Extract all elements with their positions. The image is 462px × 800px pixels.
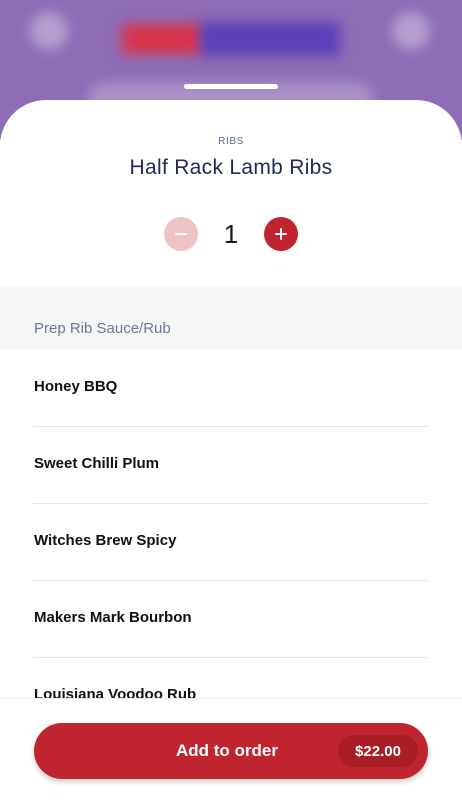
option-label: Witches Brew Spicy bbox=[34, 532, 177, 549]
store-logo bbox=[122, 24, 204, 54]
plus-icon bbox=[275, 228, 287, 240]
sheet-drag-handle[interactable] bbox=[184, 84, 278, 89]
option-group-header: Prep Rib Sauce/Rub bbox=[0, 286, 462, 350]
option-makers-mark-bourbon[interactable]: Makers Mark Bourbon bbox=[33, 581, 428, 658]
store-logo-text bbox=[200, 22, 340, 56]
minus-icon bbox=[175, 233, 187, 235]
option-honey-bbq[interactable]: Honey BBQ bbox=[33, 350, 428, 427]
option-label: Sweet Chilli Plum bbox=[34, 455, 160, 472]
add-to-order-button[interactable]: Add to order $22.00 bbox=[34, 723, 428, 779]
decrease-quantity-button[interactable] bbox=[164, 217, 198, 251]
bottom-action-bar: Add to order $22.00 bbox=[0, 698, 462, 800]
price-value: $22.00 bbox=[355, 743, 401, 760]
option-list: Honey BBQ Sweet Chilli Plum Witches Brew… bbox=[0, 350, 462, 735]
price-badge: $22.00 bbox=[338, 735, 418, 767]
option-group-title: Prep Rib Sauce/Rub bbox=[34, 320, 171, 337]
item-detail-sheet: RIBS Half Rack Lamb Ribs 1 Prep Rib Sauc… bbox=[0, 100, 462, 800]
info-icon bbox=[392, 12, 430, 50]
quantity-stepper: 1 bbox=[164, 217, 298, 251]
option-sweet-chilli-plum[interactable]: Sweet Chilli Plum bbox=[33, 427, 428, 504]
option-label: Honey BBQ bbox=[34, 378, 118, 395]
quantity-value: 1 bbox=[223, 219, 239, 249]
add-to-order-label: Add to order bbox=[176, 741, 278, 760]
option-label: Makers Mark Bourbon bbox=[34, 609, 192, 626]
option-witches-brew-spicy[interactable]: Witches Brew Spicy bbox=[33, 504, 428, 581]
item-title: Half Rack Lamb Ribs bbox=[129, 156, 333, 179]
item-category: RIBS bbox=[218, 136, 244, 147]
increase-quantity-button[interactable] bbox=[264, 217, 298, 251]
back-icon bbox=[30, 12, 68, 50]
